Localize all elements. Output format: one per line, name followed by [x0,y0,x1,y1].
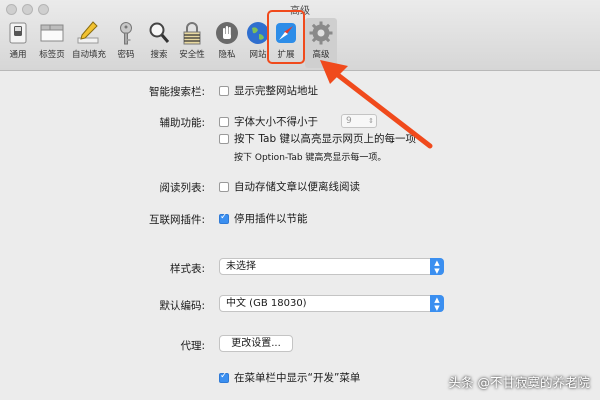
gear-icon [308,20,334,46]
offline-reading-checkbox[interactable] [219,182,229,192]
tab-autofill-label: 自动填充 [72,50,107,60]
offline-reading-text: 自动存储文章以便离线阅读 [234,181,360,193]
stop-plugins-checkbox[interactable] [219,212,229,224]
accessibility-label: 辅助功能: [159,117,205,129]
magnifier-icon [146,20,172,46]
select-arrows-icon: ▲ ▼ [430,295,444,312]
stylesheet-value: 未选择 [226,261,256,272]
hand-icon [214,20,240,46]
annotation-arrow [320,60,433,149]
tab-tabs-label: 标签页 [39,50,65,60]
tab-highlight-checkbox[interactable] [219,134,229,144]
show-full-address-checkbox[interactable] [219,86,229,96]
develop-menu-checkbox[interactable] [219,371,229,383]
tab-autofill[interactable]: 自动填充 [72,18,107,68]
search-field-label: 智能搜索栏: [148,86,205,98]
general-switch-icon [5,20,31,46]
watermark-text: 头条 @不甘寂寞的养老院 [448,375,590,390]
preferences-window: 高级 通用 标签页 自动填充 密码 搜索 安全性 隐私 网站 扩展 高级 智能搜… [0,0,600,400]
key-icon [113,20,139,46]
tab-tabs[interactable]: 标签页 [36,18,68,68]
change-settings-button[interactable]: 更改设置... [219,335,293,352]
proxy-label: 代理: [180,340,205,352]
lock-icon [179,20,205,46]
encoding-value: 中文 (GB 18030) [226,298,307,309]
tab-general-label: 通用 [9,50,27,60]
encoding-select[interactable]: 中文 (GB 18030) ▲ ▼ [219,295,444,312]
tab-general[interactable]: 通用 [2,18,34,68]
plugins-label: 互联网插件: [148,214,205,226]
encoding-label: 默认编码: [159,300,205,312]
tab-passwords-label: 密码 [117,50,135,60]
tabs-icon [39,20,65,46]
min-font-checkbox[interactable] [219,117,229,127]
stylesheet-label: 样式表: [169,263,205,275]
reading-list-label: 阅读列表: [159,182,205,194]
pencil-icon [75,20,101,46]
tab-security-label: 安全性 [179,50,205,60]
tab-search-label: 搜索 [150,50,168,60]
tab-security[interactable]: 安全性 [176,18,208,68]
tab-privacy-label: 隐私 [218,50,236,60]
tab-search[interactable]: 搜索 [143,18,175,68]
develop-menu-text: 在菜单栏中显示“开发”菜单 [234,372,361,384]
stylesheet-select[interactable]: 未选择 ▲ ▼ [219,258,444,275]
select-arrows-icon: ▲ ▼ [430,258,444,275]
tab-privacy[interactable]: 隐私 [211,18,243,68]
stop-plugins-text: 停用插件以节能 [234,213,308,225]
tab-passwords[interactable]: 密码 [110,18,142,68]
